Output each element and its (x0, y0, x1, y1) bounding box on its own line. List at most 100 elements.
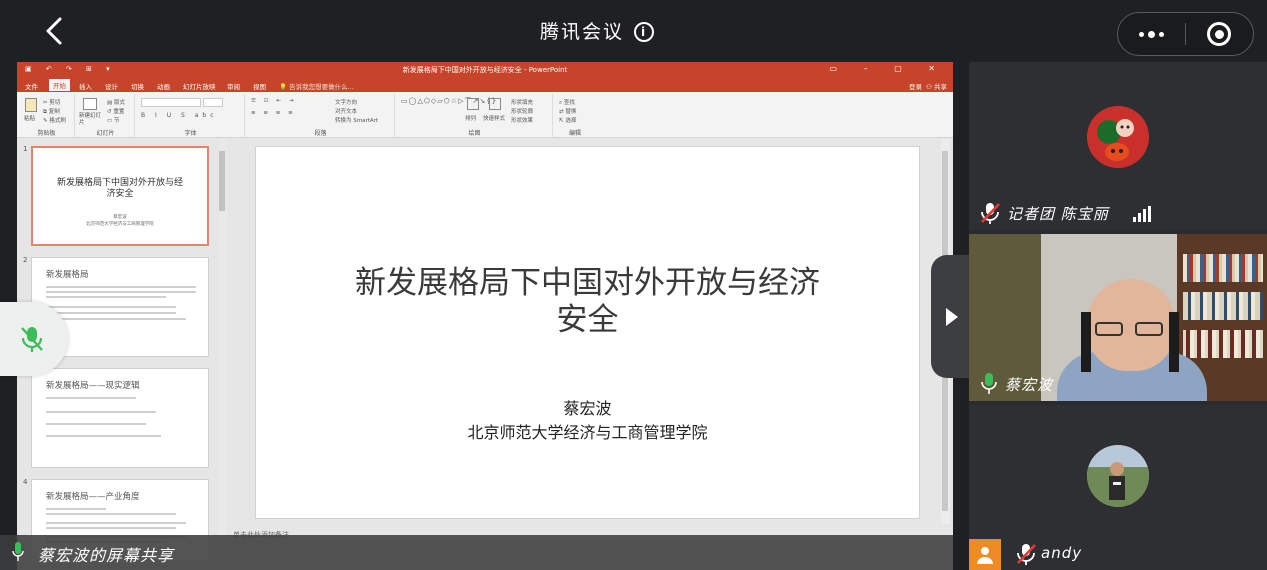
arrange-label[interactable]: 排列 (465, 114, 476, 122)
participant-tile[interactable]: 记者团 陈宝丽 (969, 62, 1267, 230)
meeting-title-text: 腾讯会议 (540, 21, 625, 43)
group-editing: ⌕ 查找 ⇄ 替换 ⇱ 选择 编辑 (555, 94, 595, 138)
avatar (1087, 106, 1149, 168)
participant-video-tile[interactable]: 蔡宏波 (969, 234, 1267, 401)
cut-button[interactable]: ✂ 剪切 (43, 98, 60, 106)
thumb-author: 蔡宏波 (113, 215, 127, 220)
smartart-button[interactable]: 转换为 SmartArt (335, 116, 378, 124)
group-clipboard: 粘贴 ✂ 剪切 ⧉ 复制 ✎ 格式刷 剪贴板 (19, 94, 75, 138)
back-button[interactable] (38, 14, 72, 48)
slide-title[interactable]: 新发展格局下中国对外开放与经济安全 (256, 265, 919, 339)
select-button[interactable]: ⇱ 选择 (559, 116, 576, 124)
slide-thumbnail-3[interactable]: 新发展格局——现实逻辑 (31, 368, 209, 468)
tab-home[interactable]: 开始 (49, 79, 70, 91)
copy-button[interactable]: ⧉ 复制 (43, 107, 60, 116)
ppt-body: 1 新发展格局下中国对外开放与经济安全 蔡宏波 北京师范大学经济与工商管理学院 … (17, 139, 953, 570)
mic-muted-icon (981, 203, 1000, 224)
group-name-slides: 幻灯片 (96, 130, 115, 137)
participant-name: 记者团 陈宝丽 (1007, 205, 1109, 223)
paste-label[interactable]: 粘贴 (24, 114, 35, 122)
ppt-ribbon: 粘贴 ✂ 剪切 ⧉ 复制 ✎ 格式刷 剪贴板 新建幻灯片 ▤ 版式 ↺ 重置 ▭… (17, 92, 953, 138)
target-icon (1207, 22, 1232, 46)
tab-design[interactable]: 设计 (101, 80, 122, 92)
list-buttons[interactable]: ☰ ☷ ⇤ ⇥ (251, 98, 296, 104)
mini-program-capsule (1117, 12, 1254, 56)
meeting-title: 腾讯会议 i (540, 18, 655, 46)
shapes-gallery[interactable]: ▭◯△⬠◇▱⬡☆▷⌒↗↘{} (401, 97, 496, 106)
section-button[interactable]: ▭ 节 (107, 116, 119, 124)
more-dots-icon (1139, 31, 1144, 37)
participants-panel: 记者团 陈宝丽 蔡宏波 andy (969, 62, 1267, 570)
signal-strength-icon (1133, 206, 1151, 222)
top-bar: 腾讯会议 i (0, 0, 1267, 62)
play-right-icon (946, 307, 958, 326)
text-direction-button[interactable]: 文字方向 (335, 98, 357, 106)
layout-button[interactable]: ▤ 版式 (107, 98, 125, 106)
participant-name: andy (1041, 544, 1083, 562)
find-button[interactable]: ⌕ 查找 (559, 98, 575, 107)
tell-me-text: 告诉我您想要做什么... (289, 83, 354, 91)
participant-name: 蔡宏波 (1005, 376, 1054, 394)
glasses-icon (1095, 322, 1123, 336)
tab-transitions[interactable]: 切换 (127, 80, 148, 92)
tab-slideshow[interactable]: 幻灯片放映 (179, 80, 220, 92)
paste-icon[interactable] (25, 98, 37, 112)
more-button[interactable] (1118, 12, 1185, 56)
format-painter-button[interactable]: ✎ 格式刷 (43, 116, 66, 124)
font-format-buttons[interactable]: B I U S abc (141, 112, 218, 119)
thumb-number: 1 (23, 145, 28, 153)
chevron-left-icon (46, 17, 62, 45)
font-name-select[interactable] (141, 98, 201, 107)
quick-styles-icon[interactable] (489, 98, 501, 110)
group-font: B I U S abc 字体 (137, 94, 245, 138)
font-size-select[interactable] (203, 98, 223, 107)
tab-view[interactable]: 视图 (249, 80, 270, 92)
thumb-text-line (46, 286, 196, 288)
login-share[interactable]: 登录 ⚇ 共享 (909, 81, 947, 91)
participant-tile[interactable]: andy (969, 405, 1267, 570)
window-controls[interactable]: ▭ – ▢ ✕ (830, 64, 947, 73)
tab-review[interactable]: 审阅 (223, 80, 244, 92)
align-text-button[interactable]: 对齐文本 (335, 107, 357, 115)
next-page-handle[interactable] (931, 255, 969, 378)
screen-share-label: 蔡宏波的屏幕共享 (38, 546, 175, 565)
ppt-ribbon-tabs: 文件 开始 插入 设计 切换 动画 幻灯片放映 审阅 视图 💡 告诉我您想要做什… (17, 78, 953, 92)
thumb-title: 新发展格局下中国对外开放与经济安全 (56, 178, 183, 199)
thumbnails-scrollbar[interactable] (218, 139, 227, 570)
slide-institution[interactable]: 北京师范大学经济与工商管理学院 (256, 419, 919, 443)
group-name-clipboard: 剪贴板 (37, 130, 56, 137)
login-link[interactable]: 登录 (909, 83, 922, 91)
slide-thumbnail-1[interactable]: 新发展格局下中国对外开放与经济安全 蔡宏波 北京师范大学经济与工商管理学院 (31, 146, 209, 246)
new-slide-icon[interactable] (83, 98, 97, 110)
shape-fill-button[interactable]: 形状填充 (511, 98, 533, 106)
new-slide-label[interactable]: 新建幻灯片 (79, 113, 103, 127)
current-slide[interactable]: 新发展格局下中国对外开放与经济安全 蔡宏波 北京师范大学经济与工商管理学院 (255, 146, 920, 519)
group-name-paragraph: 段落 (314, 130, 327, 137)
tell-me-box[interactable]: 💡 告诉我您想要做什么... (279, 81, 354, 91)
replace-button[interactable]: ⇄ 替换 (559, 107, 576, 115)
arrange-icon[interactable] (467, 98, 479, 110)
share-link[interactable]: 共享 (934, 83, 947, 91)
tab-file[interactable]: 文件 (21, 80, 42, 92)
thumb-institution: 北京师范大学经济与工商管理学院 (86, 222, 154, 227)
exit-button[interactable] (1186, 12, 1253, 56)
thumb-number: 2 (23, 256, 28, 264)
tab-insert[interactable]: 插入 (75, 80, 96, 92)
ppt-window-title: 新发展格局下中国对外开放与经济安全 - PowerPoint (402, 66, 568, 74)
shared-screen: ▣ ↶ ↷ ⊞ ▾ 新发展格局下中国对外开放与经济安全 - PowerPoint… (17, 62, 953, 570)
mic-muted-icon (21, 327, 43, 352)
group-name-font: 字体 (184, 130, 197, 137)
thumb-title: 新发展格局——产业角度 (46, 492, 140, 502)
group-paragraph: ☰ ☷ ⇤ ⇥ ≡ ≡ ≡ ≡ 文字方向 对齐文本 转换为 SmartArt 段… (247, 94, 395, 138)
tab-animations[interactable]: 动画 (153, 80, 174, 92)
align-buttons[interactable]: ≡ ≡ ≡ ≡ (251, 110, 296, 116)
mic-icon (981, 373, 997, 394)
slide-editor: 新发展格局下中国对外开放与经济安全 蔡宏波 北京师范大学经济与工商管理学院 单击… (229, 139, 953, 570)
shape-outline-button[interactable]: 形状轮廓 (511, 107, 533, 115)
info-icon[interactable]: i (634, 22, 655, 42)
reset-button[interactable]: ↺ 重置 (107, 107, 124, 115)
mic-icon (12, 542, 24, 561)
shape-effects-button[interactable]: 形状效果 (511, 116, 533, 124)
slide-author[interactable]: 蔡宏波 (256, 395, 919, 419)
quick-styles-label[interactable]: 快速样式 (483, 114, 505, 122)
